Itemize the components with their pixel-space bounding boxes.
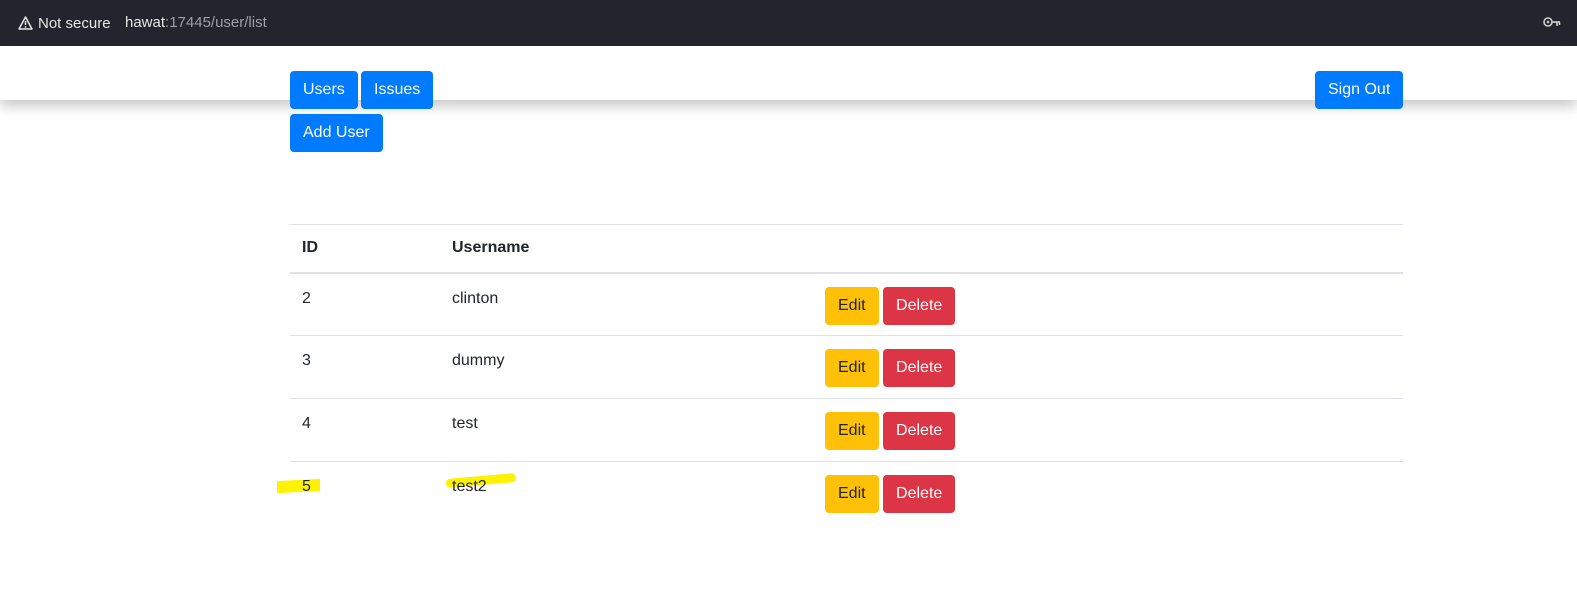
delete-button[interactable]: Delete [883,286,956,325]
header-id: ID [302,239,318,257]
cell-actions: Edit Delete [813,399,1403,462]
cell-actions: Edit Delete [813,462,1403,525]
edit-button[interactable]: Edit [825,349,879,387]
nav-users-button[interactable]: Users [290,71,358,109]
edit-button[interactable]: Edit [825,286,879,325]
cell-actions: Edit Delete [813,336,1403,399]
cell-id: 3 [302,352,311,369]
cell-username: test2 [452,478,487,495]
table-row: 2 clinton Edit Delete [290,273,1403,336]
cell-username: dummy [452,352,505,369]
password-key-icon[interactable] [1543,15,1561,29]
cell-actions: Edit Delete [813,273,1403,336]
url-path: :17445/user/list [165,14,267,31]
table-row: 4 test Edit Delete [290,399,1403,462]
security-indicator[interactable]: Not secure [18,14,111,32]
add-user-button[interactable]: Add User [290,114,383,152]
nav-issues-button[interactable]: Issues [361,71,434,109]
table-header-row: ID Username [290,224,1403,273]
delete-button[interactable]: Delete [883,475,956,513]
table-row: 5 test2 Edit Delete [290,462,1403,525]
table-row: 3 dummy Edit Delete [290,336,1403,399]
sign-out-button[interactable]: Sign Out [1315,71,1404,109]
browser-toolbar: Not secure hawat:17445/user/list [0,0,1577,46]
warning-icon [18,16,33,30]
security-label: Not secure [38,14,111,32]
cell-id: 4 [302,415,311,432]
edit-button[interactable]: Edit [825,475,879,513]
delete-button[interactable]: Delete [883,412,956,450]
cell-id: 5 [302,478,311,495]
header-username: Username [452,239,530,257]
address-bar[interactable]: hawat:17445/user/list [125,14,267,32]
delete-button[interactable]: Delete [883,349,956,387]
edit-button[interactable]: Edit [825,412,879,450]
cell-id: 2 [302,289,311,307]
header-actions [813,225,1403,273]
url-host: hawat [125,14,166,31]
cell-username: clinton [452,289,499,307]
users-table: ID Username 2 clinton Edit Delete 3 dumm… [290,224,1403,525]
cell-username: test [452,415,478,432]
